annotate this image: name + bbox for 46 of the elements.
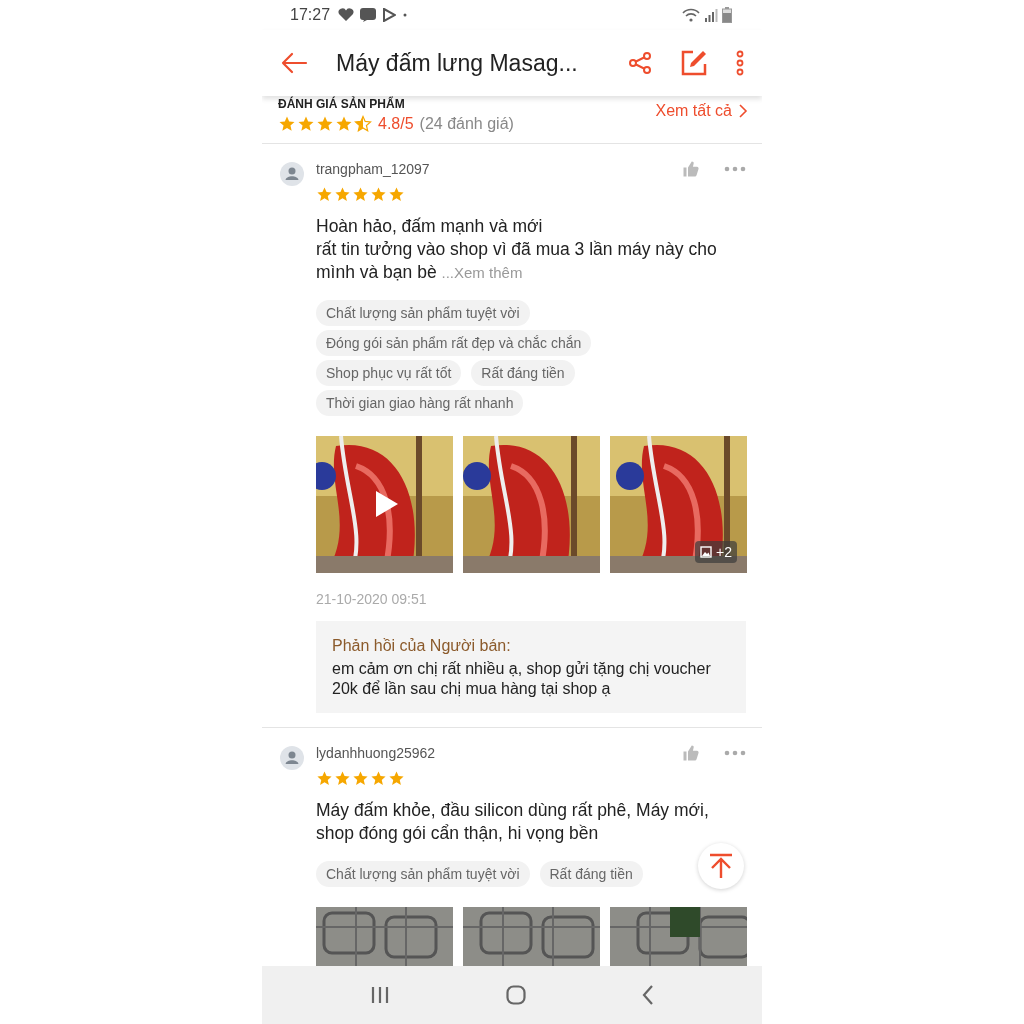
thumbs-up-icon[interactable] (682, 744, 700, 762)
review-tag: Rất đáng tiền (471, 360, 575, 386)
more-photos-badge[interactable]: +2 (695, 541, 737, 563)
reply-label: Phản hồi của Người bán: (332, 637, 512, 655)
review-tag: Rất đáng tiền (539, 861, 643, 887)
more-options-icon[interactable] (724, 166, 746, 172)
edit-icon[interactable] (680, 49, 708, 77)
review-tag: Thời gian giao hàng rất nhanh (316, 390, 524, 416)
section-heading: ĐÁNH GIÁ SẢN PHẨM (278, 96, 406, 111)
signal-icon (704, 8, 718, 22)
battery-icon (722, 7, 732, 23)
play-icon[interactable] (374, 489, 400, 519)
avatar-icon (280, 162, 304, 186)
scroll-to-top-button[interactable] (698, 843, 744, 889)
status-time: 17:27 (290, 6, 331, 24)
share-icon[interactable] (628, 51, 652, 75)
arrow-up-icon (709, 853, 733, 879)
see-all-link[interactable]: Xem tất cả (655, 102, 748, 120)
heart-notification-icon (338, 8, 355, 22)
review-text: Hoàn hảo, đấm mạnh và mới rất tin tưởng vào shop vì đã mua 3 lần máy này cho mình và bạn bè ...Xem thêm (316, 215, 718, 284)
thumbs-up-icon[interactable] (682, 160, 700, 178)
recent-apps-icon[interactable] (370, 986, 390, 1004)
avatar-icon (280, 746, 304, 770)
review-tag: Đóng gói sản phẩm rất đẹp và chắc chắn (316, 330, 592, 356)
back-icon[interactable] (280, 51, 308, 75)
more-icon[interactable] (736, 50, 744, 76)
review-text: Máy đấm khỏe, đầu silicon dùng rất phê, Máy mới, shop đóng gói cẩn thận, hi vọng bền (316, 799, 710, 845)
chat-notification-icon (360, 8, 377, 22)
home-icon[interactable] (506, 985, 526, 1005)
chevron-icon (738, 103, 748, 119)
username: trangpham_12097 (316, 161, 431, 177)
reply-text: em cảm ơn chị rất nhiều ạ, shop gửi tặng chị voucher 20k để lần sau chị mua hàng tại shop ạ (332, 659, 712, 699)
review-date: 21-10-2020 09:51 (316, 591, 427, 607)
more-options-icon[interactable] (724, 750, 746, 756)
see-more-link[interactable]: ...Xem thêm (441, 264, 523, 281)
page-title: Máy đấm lưng Masag... (336, 49, 579, 77)
average-score: 4.8/5 (378, 115, 414, 133)
review-tag: Shop phục vụ rất tốt (316, 360, 462, 386)
username: lydanhhuong25962 (316, 745, 437, 761)
review-tag: Chất lượng sản phẩm tuyệt vời (316, 861, 530, 887)
wifi-icon (682, 8, 700, 22)
back-icon[interactable] (642, 985, 654, 1005)
review-count: (24 đánh giá) (419, 115, 514, 133)
review-tag: Chất lượng sản phẩm tuyệt vời (316, 300, 530, 326)
play-store-icon (382, 8, 397, 22)
image-icon (700, 546, 713, 558)
